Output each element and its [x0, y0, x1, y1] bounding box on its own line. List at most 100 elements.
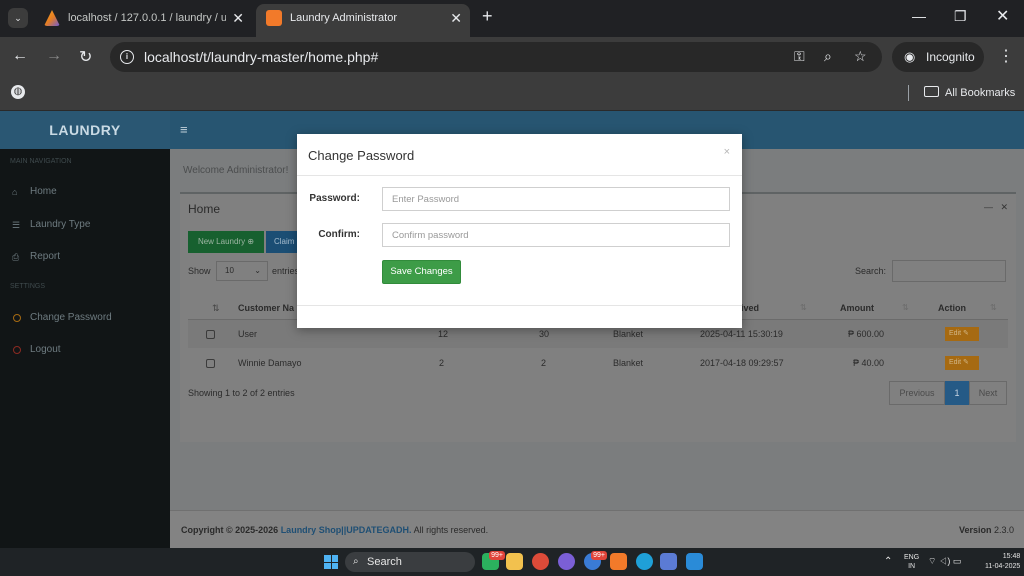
table-search-input[interactable] — [892, 260, 1006, 282]
modal-title: Change Password — [308, 148, 415, 163]
print-icon: ⎙ — [12, 252, 20, 262]
sort-icon[interactable]: ⇅ — [990, 294, 997, 322]
chrome-icon[interactable] — [532, 553, 549, 570]
remove-icon[interactable]: ✕ — [1000, 202, 1008, 212]
windows-taskbar: ⌕ Search 99+ 99+ ⌃ ENG IN ⌔ ◁) ▭ 15:48 11… — [0, 548, 1024, 576]
key-icon[interactable]: ⚿ — [794, 48, 805, 65]
address-bar[interactable]: i localhost/t/laundry-master/home.php# ⚿… — [110, 42, 882, 72]
pagination: Previous 1 Next — [889, 381, 1007, 405]
language-code: ENG — [904, 554, 920, 561]
sort-icon[interactable]: ⇅ — [800, 294, 807, 322]
circle-icon — [13, 314, 21, 322]
edit-button[interactable]: Edit ✎ — [945, 327, 979, 341]
tab-laundry-admin[interactable]: Laundry Administrator ✕ — [256, 4, 470, 37]
row-checkbox[interactable] — [206, 330, 215, 339]
box-title: Home — [188, 202, 221, 216]
sidebar-item-label: Home — [30, 186, 57, 197]
col-action-header[interactable]: Action — [938, 294, 966, 322]
incognito-icon: ◉ — [904, 49, 916, 64]
forward-icon[interactable]: → — [46, 47, 62, 65]
hamburger-icon[interactable]: ≡ — [180, 122, 188, 137]
pagination-previous[interactable]: Previous — [889, 381, 945, 405]
zoom-icon[interactable]: ⌕ — [824, 48, 832, 65]
search-label: Search: — [855, 266, 887, 276]
tab-search-button[interactable]: ⌄ — [8, 8, 28, 28]
footer-link[interactable]: Laundry Shop||UPDATEGADH. — [281, 525, 412, 535]
tab-label: Laundry Administrator — [290, 12, 397, 24]
language-indicator[interactable]: ENG IN — [904, 553, 919, 571]
weight-cell: 2 — [541, 358, 547, 368]
phpmyadmin-favicon-icon — [44, 10, 60, 26]
row-checkbox[interactable] — [206, 359, 215, 368]
minimize-icon[interactable]: — — [912, 8, 926, 24]
received-cell: 2017-04-18 09:29:57 — [700, 358, 784, 368]
tab-phpmyadmin[interactable]: localhost / 127.0.0.1 / laundry / user ✕ — [34, 4, 252, 37]
windows-start-icon[interactable] — [324, 555, 338, 569]
version-label: Version — [958, 525, 992, 535]
sidebar-item-label: Logout — [30, 344, 61, 355]
url-text[interactable]: localhost/t/laundry-master/home.php# — [144, 49, 378, 65]
bookmark-star-icon[interactable]: ☆ — [854, 48, 867, 65]
globe-icon[interactable]: ◍ — [11, 85, 25, 99]
sidebar-item-home[interactable]: ⌂ Home — [0, 177, 170, 207]
sort-icon[interactable]: ⇅ — [902, 294, 909, 322]
plus-circle-icon: ⊕ — [247, 237, 255, 246]
pagination-next[interactable]: Next — [969, 381, 1007, 405]
edit-button[interactable]: Edit ✎ — [945, 356, 979, 370]
circle-icon — [13, 346, 21, 354]
table-row: Winnie Damayo 2 2 Blanket 2017-04-18 09:… — [188, 349, 1008, 377]
save-changes-button[interactable]: Save Changes — [382, 260, 461, 284]
close-tab-icon[interactable]: ✕ — [450, 4, 462, 32]
close-tab-icon[interactable]: ✕ — [232, 4, 244, 32]
chevron-up-icon[interactable]: ⌃ — [884, 556, 892, 567]
divider — [908, 85, 909, 101]
new-laundry-button[interactable]: New Laundry ⊕ — [188, 231, 264, 253]
col-amount-header[interactable]: Amount — [840, 294, 874, 322]
folder-icon — [924, 86, 939, 97]
clock[interactable]: 15:48 11-04-2025 — [985, 552, 1020, 572]
sidebar-item-report[interactable]: ⎙ Report — [0, 242, 170, 272]
customer-cell: Winnie Damayo — [238, 358, 302, 368]
pagination-page-1[interactable]: 1 — [945, 381, 969, 405]
whatsapp-icon[interactable]: 99+ — [482, 551, 505, 570]
menu-icon[interactable]: ⋮ — [998, 46, 1014, 66]
restore-icon[interactable]: ❐ — [954, 8, 967, 25]
notepad-icon[interactable] — [660, 553, 677, 570]
sidebar-item-logout[interactable]: Logout — [0, 335, 170, 365]
change-password-modal: Change Password × Password: Confirm: Sav… — [297, 134, 742, 328]
sort-icon[interactable]: ⇅ — [212, 294, 220, 322]
chrome-canary-icon[interactable] — [558, 553, 575, 570]
footer: Copyright © 2025-2026 Laundry Shop||UPDA… — [170, 510, 1024, 548]
col-customer-header[interactable]: Customer Na — [238, 294, 294, 322]
incognito-button[interactable]: ◉ Incognito — [892, 42, 984, 72]
entries-select[interactable]: 10 ⌄ — [216, 261, 268, 281]
sidebar-item-laundry-type[interactable]: ☰ Laundry Type — [0, 210, 170, 240]
sidebar-item-label: Report — [30, 251, 61, 262]
edge-icon[interactable] — [636, 553, 653, 570]
reload-icon[interactable]: ↻ — [79, 47, 92, 67]
edit-icon: ✎ — [963, 330, 969, 337]
taskbar-search-label: Search — [367, 556, 402, 568]
password-field[interactable] — [382, 187, 730, 211]
close-icon[interactable]: × — [724, 146, 730, 158]
clock-date: 11-04-2025 — [985, 563, 1021, 570]
copyright-text: Copyright © 2025-2026 — [181, 525, 279, 535]
new-tab-icon[interactable]: + — [482, 6, 493, 27]
chrome-profile-icon[interactable]: 99+ — [584, 551, 607, 570]
vscode-icon[interactable] — [686, 553, 703, 570]
collapse-icon[interactable]: — — [984, 202, 993, 212]
all-bookmarks-button[interactable]: All Bookmarks — [924, 86, 1015, 99]
chevron-down-icon: ⌄ — [254, 266, 261, 275]
taskbar-search[interactable]: ⌕ Search — [345, 552, 475, 572]
logo[interactable]: LAUNDRY — [0, 111, 170, 149]
wifi-volume-battery-icon[interactable]: ⌔ ◁) ▭ — [928, 556, 961, 567]
xampp-icon[interactable] — [610, 553, 627, 570]
back-icon[interactable]: ← — [12, 47, 28, 65]
window-close-icon[interactable]: ✕ — [996, 6, 1009, 26]
site-info-icon[interactable]: i — [120, 50, 134, 64]
confirm-password-field[interactable] — [382, 223, 730, 247]
file-explorer-icon[interactable] — [506, 553, 523, 570]
home-icon: ⌂ — [12, 187, 18, 197]
amount-cell: ₱ 40.00 — [853, 358, 885, 368]
sidebar-item-change-password[interactable]: Change Password — [0, 303, 170, 333]
